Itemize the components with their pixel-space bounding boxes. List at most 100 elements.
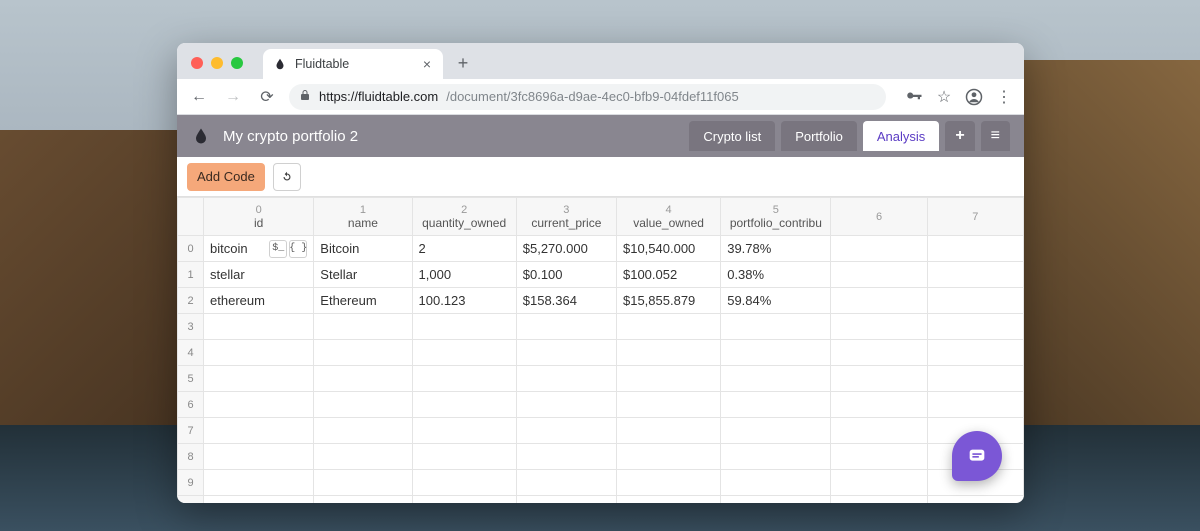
cell[interactable] [516,392,616,418]
cell[interactable] [516,366,616,392]
cell[interactable] [204,418,314,444]
add-sheet-button[interactable]: + [945,121,974,151]
cell[interactable] [831,366,927,392]
cell[interactable]: stellar [204,262,314,288]
cell[interactable] [831,418,927,444]
cell[interactable] [721,392,831,418]
cell[interactable] [412,444,516,470]
spreadsheet[interactable]: 0id 1name 2quantity_owned 3current_price… [177,197,1024,503]
cell[interactable] [927,496,1023,504]
cell[interactable] [314,418,412,444]
col-header-value-owned[interactable]: 4value_owned [616,198,720,236]
cell[interactable] [412,314,516,340]
cell[interactable] [616,392,720,418]
cell[interactable] [721,470,831,496]
cell[interactable] [516,314,616,340]
cell[interactable] [616,470,720,496]
cell[interactable] [616,340,720,366]
reload-button[interactable]: ⟳ [255,85,279,109]
row-number[interactable]: 9 [178,470,204,496]
browser-tab[interactable]: Fluidtable × [263,49,443,79]
close-window-button[interactable] [191,57,203,69]
cell[interactable] [831,392,927,418]
cell[interactable] [831,262,927,288]
cell[interactable]: 100.123 [412,288,516,314]
corner-cell[interactable] [178,198,204,236]
row-number[interactable]: 8 [178,444,204,470]
cell[interactable]: $5,270.000 [516,236,616,262]
cell[interactable] [516,444,616,470]
row-number[interactable]: 2 [178,288,204,314]
row-number[interactable]: 6 [178,392,204,418]
cell[interactable] [721,444,831,470]
cell[interactable] [516,340,616,366]
cell[interactable] [314,314,412,340]
cell[interactable] [314,340,412,366]
profile-icon[interactable] [964,87,984,107]
close-tab-button[interactable]: × [421,56,433,72]
col-header-quantity-owned[interactable]: 2quantity_owned [412,198,516,236]
cell[interactable] [831,470,927,496]
cell[interactable] [721,418,831,444]
cell[interactable] [616,366,720,392]
cell[interactable] [204,470,314,496]
row-number[interactable]: 4 [178,340,204,366]
forward-button[interactable]: → [221,85,245,109]
cell[interactable] [412,418,516,444]
cell[interactable]: $0.100 [516,262,616,288]
cell[interactable] [314,444,412,470]
col-header-id[interactable]: 0id [204,198,314,236]
cell[interactable]: Bitcoin [314,236,412,262]
cell[interactable] [412,392,516,418]
cell[interactable] [721,340,831,366]
minimize-window-button[interactable] [211,57,223,69]
cell[interactable] [516,496,616,504]
row-number[interactable]: 1 [178,262,204,288]
cell[interactable] [314,496,412,504]
cell-terminal-button[interactable]: $_ [269,240,287,258]
row-number[interactable]: 0 [178,236,204,262]
cell[interactable] [927,262,1023,288]
cell[interactable]: ethereum [204,288,314,314]
cell[interactable] [616,496,720,504]
cell[interactable] [412,366,516,392]
cell[interactable] [927,288,1023,314]
cell[interactable] [516,470,616,496]
cell[interactable] [927,340,1023,366]
chat-fab-button[interactable] [952,431,1002,481]
row-number[interactable]: 5 [178,366,204,392]
cell[interactable]: $100.052 [616,262,720,288]
cell[interactable] [721,314,831,340]
tab-crypto-list[interactable]: Crypto list [689,121,775,151]
cell[interactable] [516,418,616,444]
cell[interactable] [204,444,314,470]
cell[interactable] [314,392,412,418]
cell[interactable] [831,444,927,470]
cell[interactable] [831,314,927,340]
col-header-6[interactable]: 6 [831,198,927,236]
tab-portfolio[interactable]: Portfolio [781,121,857,151]
cell[interactable] [831,340,927,366]
cell[interactable] [204,314,314,340]
col-header-current-price[interactable]: 3current_price [516,198,616,236]
refresh-data-button[interactable] [273,163,301,191]
address-bar[interactable]: https://fluidtable.com/document/3fc8696a… [289,84,886,110]
password-key-icon[interactable] [904,87,924,107]
cell[interactable] [204,340,314,366]
row-number[interactable]: 7 [178,418,204,444]
cell[interactable] [204,496,314,504]
cell[interactable] [412,470,516,496]
cell[interactable] [204,366,314,392]
cell[interactable]: 1,000 [412,262,516,288]
browser-menu-icon[interactable]: ⋮ [994,87,1014,107]
cell[interactable]: 39.78% [721,236,831,262]
cell[interactable]: Stellar [314,262,412,288]
cell[interactable] [927,392,1023,418]
row-number[interactable]: 10 [178,496,204,504]
new-tab-button[interactable]: + [449,49,477,77]
cell[interactable]: 2 [412,236,516,262]
cell[interactable]: $158.364 [516,288,616,314]
col-header-7[interactable]: 7 [927,198,1023,236]
sheet-menu-button[interactable]: ≡ [981,121,1010,151]
cell[interactable]: Ethereum [314,288,412,314]
